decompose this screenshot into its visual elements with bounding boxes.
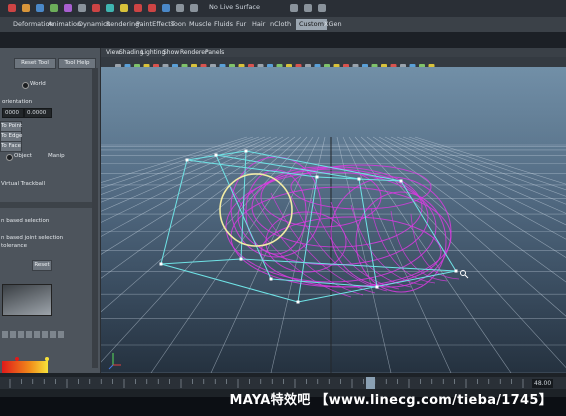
- lattice-point: [269, 277, 273, 281]
- ramp-handle-icon[interactable]: [15, 357, 19, 361]
- live-surface-label: No Live Surface: [209, 3, 261, 11]
- shelf-icon-grey4[interactable]: [290, 4, 298, 12]
- panel-scrollbar[interactable]: [92, 68, 98, 368]
- 3d-viewport[interactable]: [101, 67, 566, 373]
- watermark-text: MAYA特效吧 【www.linecg.com/tieba/1745】: [229, 393, 552, 408]
- shelf-tabs: Deformation Animation Dynamics Rendering…: [0, 17, 566, 33]
- shelf-icon-yellow[interactable]: [120, 4, 128, 12]
- shelf-icon-red[interactable]: [8, 4, 16, 12]
- tab-fur[interactable]: Fur: [236, 20, 246, 28]
- current-frame-marker[interactable]: [366, 377, 375, 389]
- viewport-menu-bar: View Shading Lighting Show Renderer Pane…: [101, 48, 566, 57]
- shelf-icon-grey3[interactable]: [190, 4, 198, 12]
- orientation-field-a[interactable]: 0000: [2, 108, 24, 118]
- lattice-point: [296, 300, 300, 304]
- lattice-point: [315, 175, 319, 179]
- viewport-toolbar: [101, 57, 566, 70]
- shelf-strip: [0, 32, 566, 48]
- shelf-icon-grey2[interactable]: [176, 4, 184, 12]
- shelf-icon-red3[interactable]: [134, 4, 142, 12]
- tab-muscle[interactable]: Muscle: [189, 20, 212, 28]
- lattice-point: [399, 179, 403, 183]
- menu-panels[interactable]: Panels: [205, 48, 224, 57]
- tab-custom[interactable]: Custom: [296, 19, 327, 30]
- ramp-handle-icon-2[interactable]: [45, 357, 49, 361]
- lattice-point: [159, 262, 163, 266]
- section-divider: [0, 202, 98, 208]
- shelf-icon-grey6[interactable]: [318, 4, 326, 12]
- lattice-point: [214, 153, 218, 157]
- lattice-point: [357, 177, 361, 181]
- menu-renderer[interactable]: Renderer: [180, 48, 207, 57]
- lattice-point: [239, 257, 243, 261]
- tab-toon[interactable]: Toon: [171, 20, 186, 28]
- shelf-icon-red2[interactable]: [92, 4, 100, 12]
- menu-show[interactable]: Show: [163, 48, 179, 57]
- tab-hair[interactable]: Hair: [252, 20, 265, 28]
- object-label: Object: [14, 153, 32, 159]
- tab-ncloth[interactable]: nCloth: [270, 20, 291, 28]
- orientation-field-b[interactable]: 0.0000: [24, 108, 52, 118]
- tolerance-label: tolerance: [1, 243, 27, 249]
- menu-lighting[interactable]: Lighting: [141, 48, 165, 57]
- falloff-curve-graph[interactable]: [2, 284, 52, 316]
- viewport-scene[interactable]: [101, 67, 566, 373]
- menu-shading[interactable]: Shading: [119, 48, 143, 57]
- to-face-button[interactable]: To Face: [0, 141, 22, 152]
- reset-button[interactable]: Reset: [32, 260, 52, 271]
- shelf-icon-teal[interactable]: [106, 4, 114, 12]
- manip-label: Manip: [48, 153, 65, 159]
- icon-shelf: No Live Surface: [0, 0, 566, 18]
- lattice-point: [375, 285, 379, 289]
- shelf-icon-red4[interactable]: [148, 4, 156, 12]
- retain-selection-label: n based selection: [1, 218, 50, 224]
- tool-settings-panel: Reset Tool Tool Help World orientation 0…: [0, 48, 102, 378]
- shelf-icon-grey[interactable]: [78, 4, 86, 12]
- tab-animation[interactable]: Animation: [48, 20, 81, 28]
- tab-fluids[interactable]: Fluids: [214, 20, 233, 28]
- orientation-label: orientation: [2, 99, 33, 105]
- color-ramp[interactable]: [2, 361, 48, 373]
- shelf-icon-grey5[interactable]: [304, 4, 312, 12]
- lattice-point: [185, 158, 189, 162]
- world-radio-icon[interactable]: [22, 82, 29, 89]
- object-radio-icon[interactable]: [6, 154, 13, 161]
- retain-component-label: n based joint selection: [1, 235, 64, 241]
- tab-xgen[interactable]: XGen: [324, 20, 342, 28]
- world-label: World: [30, 81, 46, 87]
- lattice-point: [244, 149, 248, 153]
- virtual-trackball-label: Virtual Trackball: [1, 181, 46, 187]
- lattice-point: [454, 269, 458, 273]
- end-frame-field[interactable]: 48.00: [532, 379, 554, 388]
- reset-tool-button[interactable]: Reset Tool: [14, 58, 56, 69]
- shelf-icon-blue2[interactable]: [162, 4, 170, 12]
- tab-rendering[interactable]: Rendering: [106, 20, 139, 28]
- shelf-icon-blue[interactable]: [36, 4, 44, 12]
- shelf-icon-purple[interactable]: [64, 4, 72, 12]
- tab-painteffects[interactable]: PaintEffects: [136, 20, 174, 28]
- falloff-presets-row[interactable]: [2, 331, 64, 338]
- tool-help-button[interactable]: Tool Help: [58, 58, 96, 69]
- shelf-icon-orange[interactable]: [22, 4, 30, 12]
- shelf-icon-green[interactable]: [50, 4, 58, 12]
